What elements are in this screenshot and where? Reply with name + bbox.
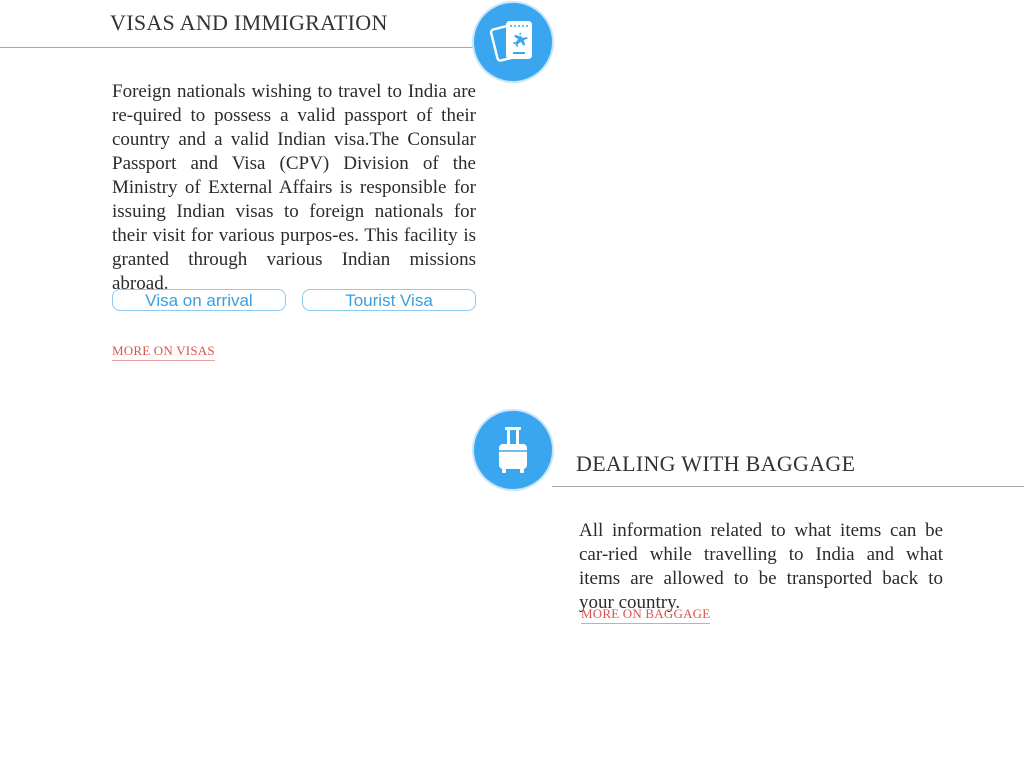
baggage-title: DEALING WITH BAGGAGE	[576, 451, 856, 476]
more-on-baggage-link[interactable]: MORE ON BAGGAGE	[581, 606, 711, 624]
page: VISAS AND IMMIGRATION Foreign nationals …	[0, 0, 1024, 768]
passport-plane-icon	[474, 3, 552, 81]
passport-plane-icon-graphic	[489, 21, 532, 62]
luggage-icon-graphic	[499, 427, 527, 473]
baggage-description: All information related to what items ca…	[579, 520, 943, 613]
visas-title: VISAS AND IMMIGRATION	[110, 10, 388, 35]
tourist-visa-button[interactable]: Tourist Visa	[302, 289, 476, 311]
visas-description: Foreign nationals wishing to travel to I…	[112, 81, 476, 294]
visa-on-arrival-button[interactable]: Visa on arrival	[112, 289, 286, 311]
luggage-icon	[474, 411, 552, 489]
baggage-divider	[552, 486, 1024, 487]
more-on-visas-link[interactable]: MORE ON VISAS	[112, 343, 215, 361]
visas-divider	[0, 47, 476, 48]
